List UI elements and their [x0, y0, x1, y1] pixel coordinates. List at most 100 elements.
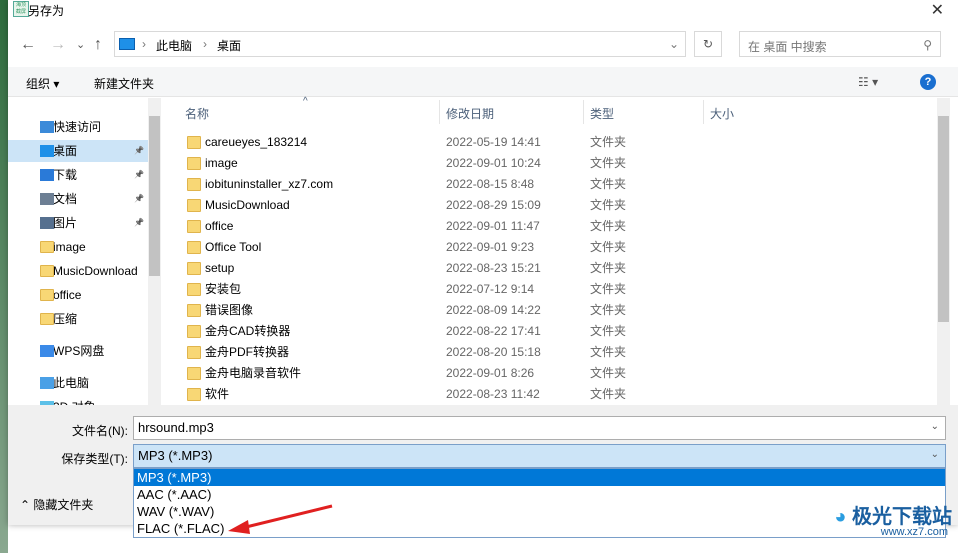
recent-locations-button[interactable]: ⌄	[76, 38, 85, 51]
file-name: 安装包	[205, 282, 242, 296]
breadcrumb-desktop[interactable]: 桌面	[217, 37, 241, 54]
file-date: 2022-08-23 15:21	[446, 261, 541, 275]
scrollbar-thumb[interactable]	[149, 116, 160, 276]
search-placeholder: 在 桌面 中搜索	[748, 40, 827, 54]
document-icon	[40, 193, 54, 205]
breadcrumb-this-pc[interactable]: 此电脑	[156, 37, 192, 54]
hide-folders-toggle[interactable]: ⌃ 隐藏文件夹	[20, 496, 93, 513]
file-row[interactable]: MusicDownload 2022-08-29 15:09 文件夹	[165, 195, 915, 216]
sidebar-item-label: 文档	[53, 192, 78, 206]
file-type: 文件夹	[590, 345, 627, 359]
help-button[interactable]: ?	[920, 74, 936, 90]
nav-pane-scrollbar[interactable]	[148, 98, 161, 405]
file-row[interactable]: office 2022-09-01 11:47 文件夹	[165, 216, 915, 237]
file-row[interactable]: 错误图像 2022-08-09 14:22 文件夹	[165, 300, 915, 321]
folder-icon	[187, 325, 201, 338]
file-row[interactable]: setup 2022-08-23 15:21 文件夹	[165, 258, 915, 279]
file-row[interactable]: 软件 2022-08-23 11:42 文件夹	[165, 384, 915, 405]
file-row[interactable]: 金舟PDF转换器 2022-08-20 15:18 文件夹	[165, 342, 915, 363]
sidebar-item[interactable]: 快速访问	[8, 116, 148, 138]
file-date: 2022-09-01 10:24	[446, 156, 541, 170]
pin-icon[interactable]: 📌	[134, 188, 144, 210]
file-name: iobituninstaller_xz7.com	[205, 177, 334, 191]
pin-icon[interactable]: 📌	[134, 212, 144, 234]
sidebar-item[interactable]: 下载 📌	[8, 164, 148, 186]
column-type[interactable]: 类型	[590, 105, 614, 122]
chevron-up-icon: ⌃	[20, 498, 34, 512]
filename-input[interactable]: hrsound.mp3 ⌄	[133, 416, 946, 440]
file-row[interactable]: Office Tool 2022-09-01 9:23 文件夹	[165, 237, 915, 258]
file-name: image	[205, 156, 238, 170]
save-type-value: MP3 (*.MP3)	[138, 448, 213, 463]
star-icon	[40, 121, 54, 133]
sidebar-item[interactable]: 桌面 📌	[8, 140, 148, 162]
file-type: 文件夹	[590, 366, 627, 380]
organize-button[interactable]: 组织 ▾	[26, 75, 59, 92]
file-date: 2022-08-09 14:22	[446, 303, 541, 317]
sidebar-item[interactable]: 此电脑	[8, 372, 148, 394]
sidebar-item[interactable]: office	[8, 284, 148, 306]
file-name: careueyes_183214	[205, 135, 308, 149]
folder-icon	[187, 136, 201, 149]
column-name[interactable]: 名称	[185, 105, 209, 122]
file-date: 2022-09-01 8:26	[446, 366, 535, 380]
folder-icon	[187, 220, 201, 233]
pin-icon[interactable]: 📌	[134, 140, 144, 162]
file-list-scrollbar[interactable]	[937, 98, 950, 405]
search-input[interactable]: 在 桌面 中搜索 ⚲	[739, 31, 941, 57]
sidebar-item[interactable]: 图片 📌	[8, 212, 148, 234]
close-button[interactable]: ✕	[931, 0, 944, 20]
column-date[interactable]: 修改日期	[446, 105, 494, 122]
pin-icon[interactable]: 📌	[134, 164, 144, 186]
file-date: 2022-05-19 14:41	[446, 135, 541, 149]
download-icon	[40, 169, 54, 181]
forward-button[interactable]: →	[50, 36, 66, 54]
sidebar-item-label: 图片	[53, 216, 78, 230]
save-type-select[interactable]: MP3 (*.MP3) ⌄	[133, 444, 946, 468]
sidebar-item-label: office	[53, 288, 82, 302]
option-mp3[interactable]: MP3 (*.MP3)	[134, 469, 945, 486]
folder-icon	[40, 289, 54, 301]
file-row[interactable]: 金舟电脑录音软件 2022-09-01 8:26 文件夹	[165, 363, 915, 384]
folder-icon	[40, 313, 54, 325]
sidebar-item-label: WPS网盘	[53, 344, 105, 358]
watermark-url: www.xz7.com	[880, 526, 948, 538]
sidebar-item[interactable]: MusicDownload	[8, 260, 148, 282]
sidebar-item-label: 下载	[53, 168, 78, 182]
sidebar-item[interactable]: image	[8, 236, 148, 258]
folder-icon	[187, 262, 201, 275]
back-button[interactable]: ←	[20, 36, 36, 54]
navigation-pane: 快速访问 桌面 📌 下载 📌 文档 📌 图片 📌 image MusicDownload office…	[8, 98, 148, 405]
filename-value: hrsound.mp3	[138, 420, 214, 435]
file-row[interactable]: iobituninstaller_xz7.com 2022-08-15 8:48 文…	[165, 174, 915, 195]
chevron-down-icon[interactable]: ⌄	[669, 37, 679, 51]
file-list: careueyes_183214 2022-05-19 14:41 文件夹 image…	[165, 132, 937, 405]
folder-icon	[40, 265, 54, 277]
file-type: 文件夹	[590, 282, 627, 296]
file-row[interactable]: 金舟CAD转换器 2022-08-22 17:41 文件夹	[165, 321, 915, 342]
folder-icon	[187, 346, 201, 359]
file-date: 2022-09-01 11:47	[446, 219, 540, 233]
address-bar[interactable]: › 此电脑 › 桌面 ⌄	[114, 31, 686, 57]
sidebar-item[interactable]: 文档 📌	[8, 188, 148, 210]
sidebar-item[interactable]: 压缩	[8, 308, 148, 330]
chevron-down-icon[interactable]: ⌄	[931, 449, 939, 460]
file-type: 文件夹	[590, 261, 627, 275]
sidebar-item[interactable]: 3D 对象	[8, 396, 148, 405]
file-row[interactable]: 安装包 2022-07-12 9:14 文件夹	[165, 279, 915, 300]
sidebar-item[interactable]: WPS网盘	[8, 340, 148, 362]
column-size[interactable]: 大小	[710, 105, 734, 122]
refresh-button[interactable]: ↻	[694, 31, 722, 57]
sort-ascending-icon: ^	[303, 96, 308, 107]
file-type: 文件夹	[590, 177, 627, 191]
view-options-button[interactable]: ☷ ▾	[858, 75, 878, 89]
file-date: 2022-08-29 15:09	[446, 198, 541, 212]
new-folder-button[interactable]: 新建文件夹	[94, 75, 154, 92]
scrollbar-thumb[interactable]	[938, 116, 949, 322]
file-row[interactable]: image 2022-09-01 10:24 文件夹	[165, 153, 915, 174]
file-row[interactable]: careueyes_183214 2022-05-19 14:41 文件夹	[165, 132, 915, 153]
sidebar-item-label: 快速访问	[53, 120, 102, 134]
chevron-down-icon[interactable]: ⌄	[931, 421, 939, 432]
up-button[interactable]: ↑	[94, 36, 102, 54]
folder-icon	[40, 241, 54, 253]
